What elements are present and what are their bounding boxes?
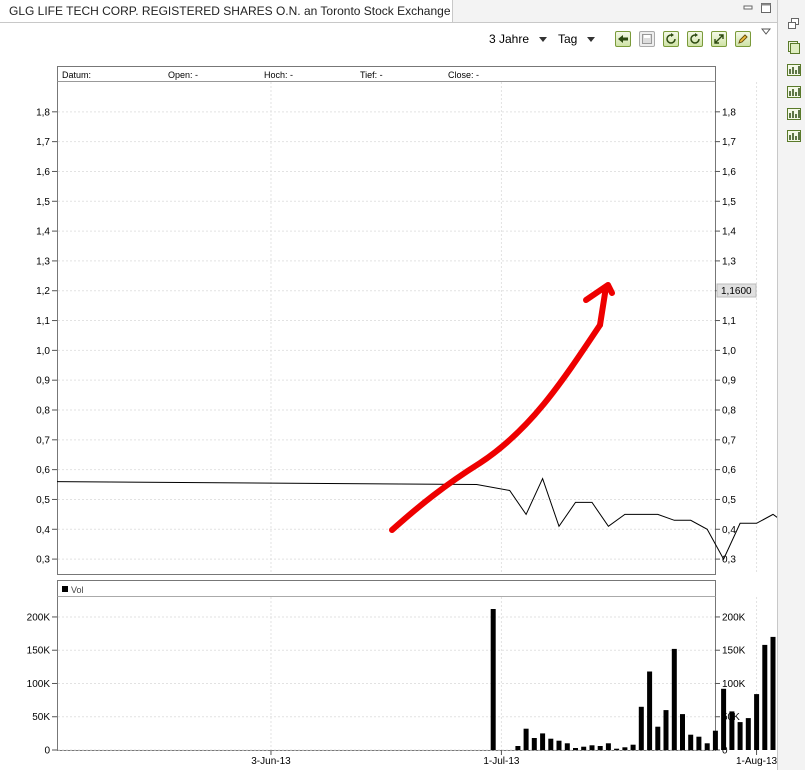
- price-tick-label-right: 1,0: [722, 346, 736, 357]
- price-tick-label-left: 1,4: [36, 227, 50, 238]
- price-tick-label-right: 0,9: [722, 376, 736, 387]
- price-tick-label-left: 0,6: [36, 465, 50, 476]
- bar-chart-icon[interactable]: [787, 128, 801, 142]
- volume-tick-label-left: 50K: [32, 712, 50, 723]
- price-tick-label-right: 0,5: [722, 495, 736, 506]
- price-tick-label-right: 1,4: [722, 227, 736, 238]
- date-tick-label: 1-Jul-13: [483, 756, 520, 767]
- price-tick-label-right: 1,5: [722, 197, 736, 208]
- volume-bar: [540, 733, 546, 750]
- date-tick-label: 1-Aug-13: [736, 756, 777, 767]
- price-tick-label-left: 1,5: [36, 197, 50, 208]
- stock-chart[interactable]: Datum: Open: - Hoch: - Tief: - Close: - …: [0, 0, 777, 770]
- info-datum: Datum:: [62, 70, 91, 80]
- current-price-marker: 1,1600: [716, 283, 757, 298]
- price-tick-label-left: 0,7: [36, 435, 50, 446]
- price-tick-label-left: 0,8: [36, 406, 50, 417]
- volume-bar: [770, 636, 776, 750]
- volume-panel: [57, 580, 716, 751]
- volume-bar: [680, 714, 685, 750]
- volume-bar: [515, 746, 521, 750]
- volume-tick-label-left: 0: [44, 746, 50, 757]
- date-tick-label: 3-Jun-13: [251, 756, 291, 767]
- restore-icon[interactable]: [787, 17, 801, 31]
- bar-chart-icon[interactable]: [787, 84, 801, 98]
- volume-bar: [630, 744, 636, 750]
- volume-bar: [614, 748, 620, 750]
- info-close: Close: -: [448, 70, 479, 80]
- volume-bar: [696, 736, 702, 750]
- volume-bar: [729, 711, 735, 750]
- volume-bar: [745, 718, 751, 750]
- pages-icon[interactable]: [787, 40, 801, 54]
- volume-bar: [655, 726, 661, 750]
- price-tick-label-right: 0,6: [722, 465, 736, 476]
- price-tick-label-right: 0,3: [722, 555, 736, 566]
- volume-bar: [531, 738, 537, 750]
- info-hoch: Hoch: -: [264, 70, 293, 80]
- price-tick-label-left: 1,8: [36, 107, 50, 118]
- volume-bar: [581, 746, 587, 750]
- volume-bar: [548, 738, 554, 750]
- price-tick-label-right: 1,3: [722, 256, 736, 267]
- volume-bar: [688, 734, 694, 750]
- side-trim-bar: [777, 0, 805, 770]
- volume-bar: [638, 706, 644, 750]
- price-tick-label-right: 1,7: [722, 137, 736, 148]
- bar-chart-icon[interactable]: [787, 106, 801, 120]
- volume-tick-label-left: 150K: [27, 646, 51, 657]
- price-tick-label-left: 0,3: [36, 555, 50, 566]
- volume-legend-swatch: [62, 586, 68, 592]
- volume-bar: [589, 745, 595, 750]
- price-tick-label-right: 0,7: [722, 435, 736, 446]
- price-tick-label-left: 1,3: [36, 256, 50, 267]
- volume-legend-label: Vol: [71, 585, 84, 595]
- volume-bar: [721, 688, 727, 750]
- info-open: Open: -: [168, 70, 198, 80]
- volume-bar: [564, 743, 570, 750]
- volume-tick-label-left: 200K: [27, 612, 51, 623]
- volume-tick-label-left: 100K: [27, 679, 51, 690]
- volume-bar: [704, 743, 710, 750]
- price-tick-label-right: 1,1: [722, 316, 736, 327]
- price-tick-label-left: 0,9: [36, 376, 50, 387]
- volume-bar: [671, 648, 677, 750]
- price-tick-label-left: 1,6: [36, 167, 50, 178]
- date-axis: 3-Jun-13 1-Jul-13 1-Aug-13: [251, 750, 777, 767]
- volume-bar: [762, 644, 768, 750]
- price-tick-label-left: 1,7: [36, 137, 50, 148]
- volume-bar: [754, 694, 760, 750]
- price-tick-label-right: 1,8: [722, 107, 736, 118]
- price-tick-label-left: 1,2: [36, 286, 50, 297]
- current-price-label: 1,1600: [721, 286, 752, 297]
- volume-tick-label-right: 200K: [722, 612, 746, 623]
- volume-bar: [573, 748, 578, 750]
- volume-bar: [556, 740, 562, 750]
- info-tief: Tief: -: [360, 70, 383, 80]
- price-tick-label-right: 1,6: [722, 167, 736, 178]
- price-tick-label-left: 0,5: [36, 495, 50, 506]
- volume-bar: [647, 671, 653, 750]
- volume-bar: [712, 730, 718, 750]
- volume-bar: [597, 746, 603, 750]
- volume-tick-label-right: 150K: [722, 646, 746, 657]
- volume-bar: [622, 747, 628, 750]
- price-tick-label-right: 0,4: [722, 525, 736, 536]
- volume-bar: [663, 710, 669, 750]
- volume-bar: [605, 743, 611, 750]
- volume-bar: [490, 609, 496, 750]
- price-tick-label-left: 1,0: [36, 346, 50, 357]
- price-tick-label-right: 0,8: [722, 406, 736, 417]
- volume-bar: [523, 728, 529, 750]
- volume-bar: [737, 722, 743, 750]
- price-tick-label-left: 0,4: [36, 525, 50, 536]
- bar-chart-icon[interactable]: [787, 62, 801, 76]
- volume-tick-label-right: 100K: [722, 679, 746, 690]
- price-tick-label-left: 1,1: [36, 316, 50, 327]
